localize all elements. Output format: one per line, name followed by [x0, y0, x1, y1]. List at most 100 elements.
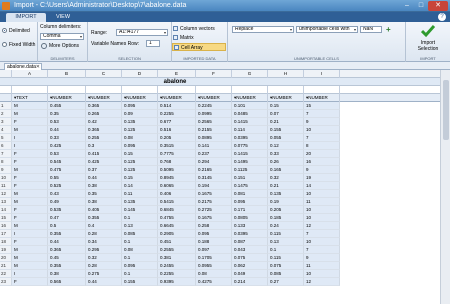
table-cell: F	[12, 182, 48, 190]
table-row[interactable]: 22 I 0.38 0.275 0.1 0.2255 0.08 0.049 0.085 10	[0, 270, 450, 278]
table-row[interactable]: 13 M 0.49 0.38 0.135 0.5415 0.2175 0.095 0.19 11	[0, 198, 450, 206]
add-rule-button[interactable]: +	[386, 25, 391, 34]
table-row[interactable]: 1 M 0.455 0.365 0.095 0.514 0.2245 0.101 0.15 15	[0, 102, 450, 110]
table-cell: 20	[304, 150, 340, 158]
table-row[interactable]: 20 M 0.45 0.32 0.1 0.381 0.1705 0.075 0.115 9	[0, 254, 450, 262]
help-icon[interactable]: ?	[438, 13, 446, 21]
range-field[interactable]: A1:I4177 ▾	[116, 29, 168, 36]
column-delimiter-section: Column delimiters: Comma ▾ More Options D…	[38, 22, 88, 62]
table-cell: 10	[304, 126, 340, 134]
variable-names-row-field[interactable]: 1	[146, 40, 160, 47]
table-row[interactable]: 21 M 0.355 0.28 0.095 0.2455 0.0955 0.062 0.075 1…	[0, 262, 450, 270]
table-row[interactable]: 2 M 0.35 0.265 0.09 0.2255 0.0995 0.0485 0.07 7	[0, 110, 450, 118]
title-bar: Import - C:\Users\Administrator\Desktop\…	[0, 0, 450, 12]
table-cell: 0.53	[48, 118, 86, 126]
table-cell: M	[12, 166, 48, 174]
table-cell: 0.33	[48, 134, 86, 142]
replace-select[interactable]: Replace ▾	[232, 26, 294, 33]
tab-import[interactable]: IMPORT	[6, 13, 46, 22]
variable-name	[304, 86, 340, 94]
table-cell: 0.133	[232, 222, 268, 230]
table-row[interactable]: 12 M 0.43 0.35 0.11 0.406 0.1675 0.081 0.135 10	[0, 190, 450, 198]
table-row[interactable]: 6 I 0.425 0.3 0.095 0.3515 0.141 0.0775 0.12 8	[0, 142, 450, 150]
close-button[interactable]: ✕	[428, 1, 448, 11]
table-row[interactable]: 3 F 0.53 0.42 0.135 0.677 0.2565 0.1415 0.21 9	[0, 118, 450, 126]
table-cell: 0.27	[268, 278, 304, 286]
variable-type-select[interactable]: ▾NUMBER	[158, 94, 196, 102]
variable-type-select[interactable]: ▾NUMBER	[268, 94, 304, 102]
delimited-radio[interactable]	[2, 28, 7, 33]
variable-name	[232, 86, 268, 94]
output-type-column-vectors[interactable]: Column vectors	[172, 25, 226, 33]
table-cell: 0.09	[122, 110, 158, 118]
table-cell: 0.516	[158, 126, 196, 134]
minimize-button[interactable]: –	[400, 1, 414, 11]
table-cell: 0.35	[48, 110, 86, 118]
variable-type-select[interactable]: ▾NUMBER	[232, 94, 268, 102]
table-row[interactable]: 18 F 0.44 0.34 0.1 0.451 0.188 0.087 0.13 10	[0, 238, 450, 246]
table-cell: 0.2255	[158, 270, 196, 278]
table-row[interactable]: 7 F 0.53 0.415 0.15 0.7775 0.237 0.1415 0.33 20	[0, 150, 450, 158]
output-type-matrix[interactable]: Matrix	[172, 34, 226, 42]
table-row[interactable]: 4 M 0.44 0.365 0.125 0.516 0.2155 0.114 0.155 10	[0, 126, 450, 134]
table-cell: 0.55	[48, 174, 86, 182]
table-cell: M	[12, 110, 48, 118]
variable-type-select[interactable]: ▾TEXT	[12, 94, 48, 102]
table-cell: 0.15	[122, 150, 158, 158]
table-cell: 0.1	[268, 246, 304, 254]
table-cell: 0.21	[268, 118, 304, 126]
table-cell: 0.44	[86, 174, 122, 182]
table-cell: 0.2725	[196, 206, 232, 214]
variable-names-row-value: 1	[149, 40, 152, 46]
output-type-cell-array[interactable]: Cell Array	[172, 43, 226, 51]
table-cell: 0.38	[86, 182, 122, 190]
column-letter: I	[304, 70, 340, 78]
table-row[interactable]: 8 F 0.545 0.425 0.125 0.768 0.294 0.1495 0.26 16	[0, 158, 450, 166]
table-row[interactable]: 14 F 0.535 0.405 0.145 0.6845 0.2725 0.171 0.205…	[0, 206, 450, 214]
corner-cell	[0, 86, 12, 94]
table-row[interactable]: 19 M 0.365 0.295 0.08 0.2555 0.097 0.043 0.1 7	[0, 246, 450, 254]
table-row[interactable]: 11 F 0.525 0.38 0.14 0.6065 0.194 0.1475 0.21 14	[0, 182, 450, 190]
table-cell: 0.38	[48, 270, 86, 278]
variable-type-select[interactable]: ▾NUMBER	[122, 94, 158, 102]
row-number: 19	[0, 246, 12, 254]
table-cell: 0.3515	[158, 142, 196, 150]
table-cell: 0.45	[48, 254, 86, 262]
row-number: 9	[0, 166, 12, 174]
table-cell: 0.1	[122, 254, 158, 262]
variable-type-select[interactable]: ▾NUMBER	[48, 94, 86, 102]
table-cell: 0.095	[232, 198, 268, 206]
table-row[interactable]: 10 F 0.55 0.44 0.15 0.8945 0.3145 0.151 0.32 19	[0, 174, 450, 182]
table-cell: 0.165	[268, 166, 304, 174]
column-delimiters-label: Column delimiters:	[40, 24, 82, 30]
table-cell: 0.055	[268, 134, 304, 142]
table-row[interactable]: 15 F 0.47 0.355 0.1 0.4755 0.1675 0.0805 0.185 10	[0, 214, 450, 222]
table-cell: 8	[304, 142, 340, 150]
tab-view[interactable]: VIEW	[48, 13, 78, 22]
maximize-button[interactable]: □	[414, 1, 428, 11]
table-cell: 0.135	[122, 198, 158, 206]
table-cell: 0.049	[232, 270, 268, 278]
variable-name	[48, 86, 86, 94]
fixed-width-label: Fixed Width	[9, 42, 36, 48]
more-options-button[interactable]: More Options	[49, 43, 79, 49]
nan-field[interactable]: NaN	[360, 26, 382, 33]
variable-type-select[interactable]: ▾NUMBER	[196, 94, 232, 102]
delimited-label: Delimited	[9, 28, 30, 34]
tab-abalone-data[interactable]: abalone.data ✕	[4, 63, 42, 70]
table-row[interactable]: 17 I 0.355 0.28 0.085 0.2905 0.095 0.0395 0.115 7	[0, 230, 450, 238]
import-selection-button[interactable]: Import Selection	[414, 24, 442, 54]
table-row[interactable]: 9 M 0.475 0.37 0.125 0.5095 0.2165 0.1125 0.165 9	[0, 166, 450, 174]
table-row[interactable]: 5 I 0.33 0.255 0.08 0.205 0.0895 0.0395 0.055 7	[0, 134, 450, 142]
scrollbar-thumb[interactable]	[443, 80, 449, 140]
variable-type-select[interactable]: ▾NUMBER	[86, 94, 122, 102]
table-row[interactable]: 23 F 0.565 0.44 0.155 0.9395 0.4275 0.214 0.27 12	[0, 278, 450, 286]
table-row[interactable]: 16 M 0.5 0.4 0.13 0.6645 0.258 0.133 0.24 12	[0, 222, 450, 230]
fixed-width-radio[interactable]	[2, 42, 7, 47]
vertical-scrollbar[interactable]	[440, 70, 450, 304]
unimportable-select[interactable]: unimportable cells with ▾	[296, 26, 358, 33]
table-cell: 0.258	[196, 222, 232, 230]
table-cell: 0.081	[232, 190, 268, 198]
variable-type-select[interactable]: ▾NUMBER	[304, 94, 340, 102]
delimiter-select[interactable]: Comma ▾	[40, 33, 84, 40]
